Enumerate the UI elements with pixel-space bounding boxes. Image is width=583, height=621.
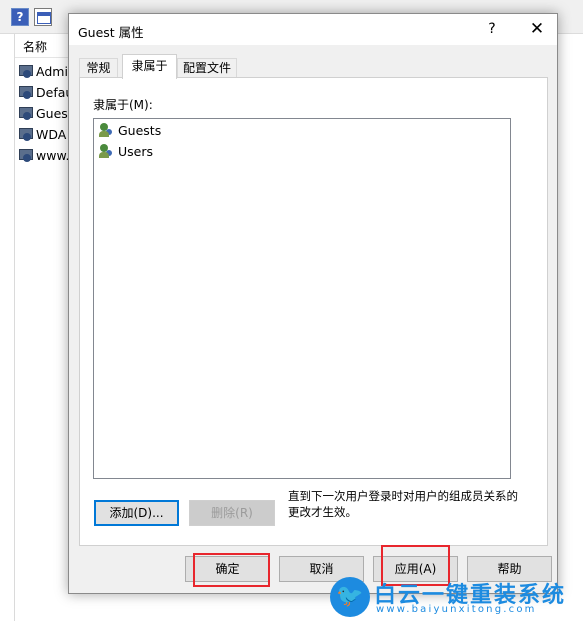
list-item[interactable]: Defau: [19, 83, 73, 103]
close-icon[interactable]: ✕: [525, 19, 549, 39]
tab-profile[interactable]: 配置文件: [177, 58, 237, 78]
add-button[interactable]: 添加(D)...: [94, 500, 179, 526]
list-item[interactable]: Users: [99, 142, 153, 162]
help-icon[interactable]: ?: [11, 8, 29, 26]
user-icon: [19, 127, 33, 141]
list-item[interactable]: Gues: [19, 104, 68, 124]
watermark-url: www.baiyunxitong.com: [376, 604, 537, 615]
tab-member-of[interactable]: 隶属于: [122, 54, 177, 79]
user-icon: [19, 85, 33, 99]
show-hide-pane-icon[interactable]: [34, 8, 52, 26]
user-icon: [19, 106, 33, 120]
member-of-listbox[interactable]: Guests Users: [93, 118, 511, 479]
help-icon[interactable]: ?: [482, 19, 502, 39]
guest-properties-dialog: Guest 属性 ? ✕ 常规 隶属于 配置文件 隶属于(M): Guests …: [68, 13, 558, 594]
dialog-titlebar[interactable]: Guest 属性 ? ✕: [69, 14, 557, 45]
remove-button: 删除(R): [189, 500, 275, 526]
ok-highlight-box: [193, 553, 270, 587]
list-item[interactable]: Admi: [19, 62, 68, 82]
user-icon: [19, 148, 33, 162]
watermark: 🐦 白云一键重装系统 www.baiyunxitong.com: [330, 575, 583, 621]
group-icon: [99, 123, 115, 137]
user-icon: [19, 64, 33, 78]
group-icon: [99, 144, 115, 158]
member-of-panel: 隶属于(M): Guests Users 添加(D)... 删除(R) 直到下一…: [79, 77, 548, 546]
membership-change-note: 直到下一次用户登录时对用户的组成员关系的更改才生效。: [288, 489, 518, 519]
member-of-label: 隶属于(M):: [93, 98, 153, 112]
bird-logo-icon: 🐦: [330, 577, 370, 617]
list-item[interactable]: WDA: [19, 125, 66, 145]
dialog-title: Guest 属性: [78, 25, 144, 40]
tab-general[interactable]: 常规: [79, 58, 118, 78]
list-item[interactable]: www.: [19, 146, 70, 166]
list-item[interactable]: Guests: [99, 121, 161, 141]
